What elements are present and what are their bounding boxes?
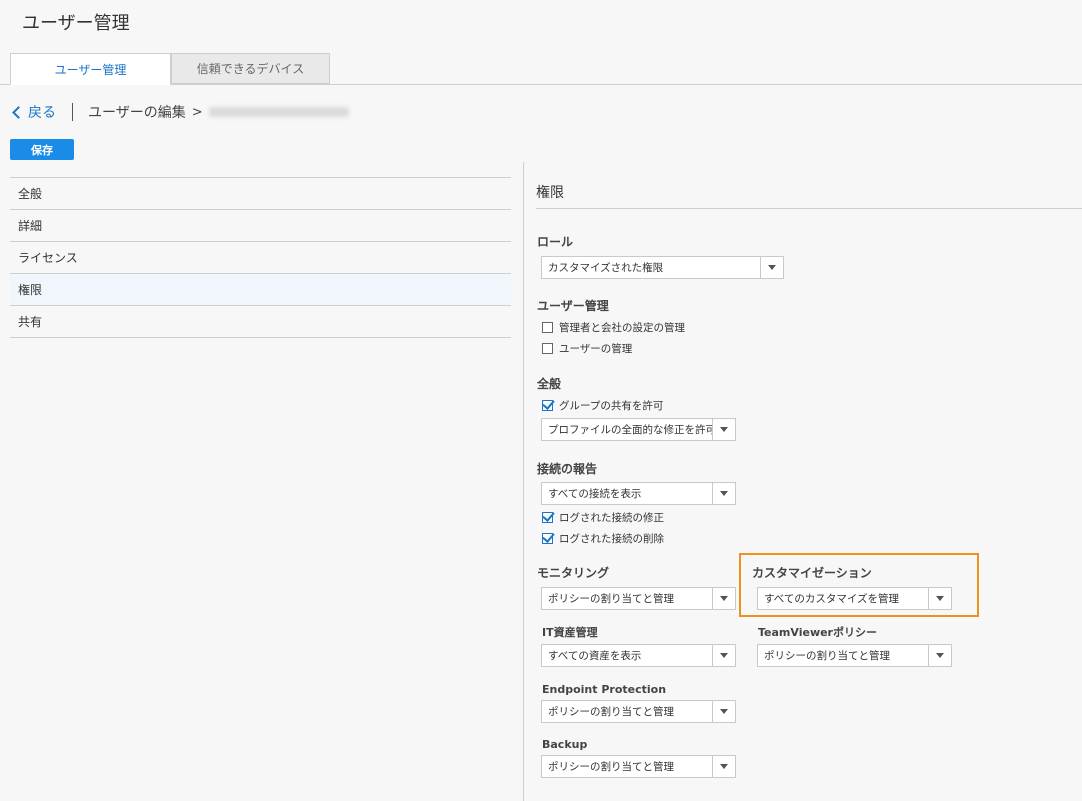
teamviewer-policy-dropdown-button[interactable] — [928, 645, 951, 666]
it-assets-label: IT資産管理 — [542, 626, 598, 639]
sidebar-item-sharing[interactable]: 共有 — [10, 306, 511, 338]
sidebar-item-permissions[interactable]: 権限 — [10, 274, 511, 306]
caret-down-icon — [936, 596, 944, 601]
back-label: 戻る — [28, 105, 56, 121]
section-divider — [536, 208, 1082, 209]
tab-user-management[interactable]: ユーザー管理 — [10, 53, 171, 85]
connection-reports-dropdown-button[interactable] — [712, 483, 735, 504]
modify-logged-option[interactable]: ログされた接続の修正 — [542, 510, 664, 525]
caret-down-icon — [768, 265, 776, 270]
caret-down-icon — [720, 427, 728, 432]
page-title: ユーザー管理 — [22, 13, 130, 34]
manage-admins-label: 管理者と会社の設定の管理 — [559, 322, 685, 334]
section-title: 権限 — [536, 185, 564, 201]
breadcrumb-edit-user: ユーザーの編集 — [88, 105, 186, 121]
monitoring-select[interactable]: ポリシーの割り当てと管理 — [541, 587, 736, 610]
endpoint-protection-dropdown-button[interactable] — [712, 701, 735, 722]
breadcrumb: 戻る ユーザーの編集 > — [12, 102, 349, 122]
role-label: ロール — [537, 235, 574, 249]
sidebar-item-details[interactable]: 詳細 — [10, 210, 511, 242]
customization-dropdown-button[interactable] — [928, 588, 951, 609]
teamviewer-policy-select[interactable]: ポリシーの割り当てと管理 — [757, 644, 952, 667]
save-button[interactable]: 保存 — [10, 139, 74, 160]
general-label: 全般 — [537, 377, 562, 391]
profile-select[interactable]: プロファイルの全面的な修正を許可 — [541, 418, 736, 441]
caret-down-icon — [720, 653, 728, 658]
teamviewer-policy-label: TeamViewerポリシー — [758, 626, 877, 639]
backup-label: Backup — [542, 738, 588, 751]
share-groups-label: グループの共有を許可 — [559, 400, 664, 412]
share-groups-option[interactable]: グループの共有を許可 — [542, 398, 663, 413]
tab-trusted-devices[interactable]: 信頼できるデバイス — [171, 53, 330, 84]
manage-admins-option[interactable]: 管理者と会社の設定の管理 — [542, 320, 685, 335]
connection-reports-select[interactable]: すべての接続を表示 — [541, 482, 736, 505]
breadcrumb-arrow: > — [191, 104, 203, 120]
breadcrumb-separator — [72, 103, 73, 121]
caret-down-icon — [720, 709, 728, 714]
it-assets-select-value: すべての資産を表示 — [548, 650, 642, 662]
manage-users-label: ユーザーの管理 — [559, 343, 633, 355]
monitoring-select-value: ポリシーの割り当てと管理 — [548, 593, 674, 605]
role-select-value: カスタマイズされた権限 — [548, 262, 664, 274]
it-assets-select[interactable]: すべての資産を表示 — [541, 644, 736, 667]
sidebar-item-license[interactable]: ライセンス — [10, 242, 511, 274]
role-dropdown-button[interactable] — [760, 257, 783, 278]
profile-select-value: プロファイルの全面的な修正を許可 — [548, 424, 712, 436]
profile-dropdown-button[interactable] — [712, 419, 735, 440]
caret-down-icon — [720, 764, 728, 769]
delete-logged-option[interactable]: ログされた接続の削除 — [542, 531, 664, 546]
monitoring-label: モニタリング — [537, 566, 610, 580]
manage-users-option[interactable]: ユーザーの管理 — [542, 341, 632, 356]
caret-down-icon — [720, 491, 728, 496]
user-management-label: ユーザー管理 — [537, 299, 609, 313]
backup-select[interactable]: ポリシーの割り当てと管理 — [541, 755, 736, 778]
teamviewer-policy-select-value: ポリシーの割り当てと管理 — [764, 650, 890, 662]
modify-logged-label: ログされた接続の修正 — [559, 512, 664, 524]
endpoint-protection-select-value: ポリシーの割り当てと管理 — [548, 706, 674, 718]
connection-reports-select-value: すべての接続を表示 — [548, 488, 642, 500]
endpoint-protection-select[interactable]: ポリシーの割り当てと管理 — [541, 700, 736, 723]
back-link[interactable]: 戻る — [12, 102, 56, 122]
caret-down-icon — [936, 653, 944, 658]
manage-admins-checkbox[interactable] — [542, 322, 553, 333]
manage-users-checkbox[interactable] — [542, 343, 553, 354]
sidebar-item-general[interactable]: 全般 — [10, 178, 511, 210]
delete-logged-label: ログされた接続の削除 — [559, 533, 664, 545]
chevron-left-icon — [12, 105, 25, 119]
role-select[interactable]: カスタマイズされた権限 — [541, 256, 784, 279]
monitoring-dropdown-button[interactable] — [712, 588, 735, 609]
customization-select[interactable]: すべてのカスタマイズを管理 — [757, 587, 952, 610]
delete-logged-checkbox[interactable] — [542, 533, 553, 544]
caret-down-icon — [720, 596, 728, 601]
backup-dropdown-button[interactable] — [712, 756, 735, 777]
sidebar: 全般 詳細 ライセンス 権限 共有 — [10, 177, 511, 338]
panel-divider — [523, 162, 524, 801]
it-assets-dropdown-button[interactable] — [712, 645, 735, 666]
share-groups-checkbox[interactable] — [542, 400, 553, 411]
modify-logged-checkbox[interactable] — [542, 512, 553, 523]
customization-label: カスタマイゼーション — [752, 566, 872, 580]
endpoint-protection-label: Endpoint Protection — [542, 683, 667, 696]
backup-select-value: ポリシーの割り当てと管理 — [548, 761, 674, 773]
customization-select-value: すべてのカスタマイズを管理 — [764, 593, 900, 605]
connection-reports-label: 接続の報告 — [537, 462, 598, 476]
redacted-username — [208, 107, 349, 117]
